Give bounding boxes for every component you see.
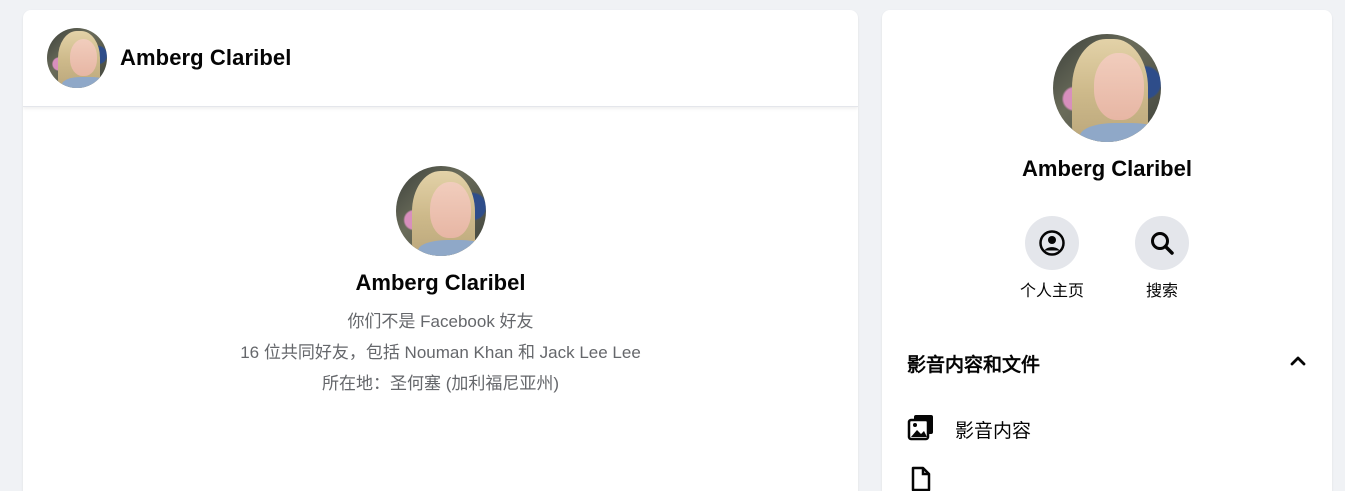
search-button-label: 搜索 <box>1145 283 1178 300</box>
intro-avatar[interactable] <box>395 166 486 256</box>
profile-button-label: 个人主页 <box>1019 283 1084 300</box>
files-item[interactable] <box>882 463 1332 491</box>
location-text: 所在地：圣何塞 (加利福尼亚州) <box>321 374 560 393</box>
chat-header[interactable]: Amberg Claribel <box>23 10 858 107</box>
profile-button[interactable]: 个人主页 <box>1017 216 1087 301</box>
header-avatar[interactable] <box>47 28 107 88</box>
messenger-page: Amberg Claribel Amberg Claribel 你们不是 Fac… <box>0 0 1345 491</box>
media-files-section-title: 影音内容和文件 <box>907 354 1041 376</box>
chevron-up-icon[interactable] <box>1289 352 1307 375</box>
search-button[interactable]: 搜索 <box>1127 216 1197 301</box>
photos-icon <box>907 413 935 446</box>
media-item[interactable]: 影音内容 <box>882 411 1332 447</box>
header-contact-name[interactable]: Amberg Claribel <box>120 45 291 71</box>
intro-contact-name: Amberg Claribel <box>355 270 526 295</box>
info-contact-name: Amberg Claribel <box>1022 156 1192 181</box>
media-files-section-toggle[interactable]: 影音内容和文件 <box>882 345 1332 381</box>
media-item-label: 影音内容 <box>955 420 1032 442</box>
not-friends-text: 你们不是 Facebook 好友 <box>347 312 534 331</box>
contact-actions: 个人主页 搜索 <box>882 216 1332 301</box>
info-avatar[interactable] <box>1053 34 1161 142</box>
search-icon[interactable] <box>1135 216 1189 270</box>
profile-icon[interactable] <box>1025 216 1079 270</box>
chat-intro: Amberg Claribel 你们不是 Facebook 好友 16 位共同好… <box>23 166 858 399</box>
files-icon <box>907 465 935 491</box>
chat-panel: Amberg Claribel Amberg Claribel 你们不是 Fac… <box>23 10 858 491</box>
contact-summary: Amberg Claribel <box>882 10 1332 182</box>
mutual-friends-text: 16 位共同好友，包括 Nouman Khan 和 Jack Lee Lee <box>240 343 641 362</box>
contact-info-panel: Amberg Claribel 个人主页 搜索 影音内容和文件 影音内容 <box>882 10 1332 491</box>
